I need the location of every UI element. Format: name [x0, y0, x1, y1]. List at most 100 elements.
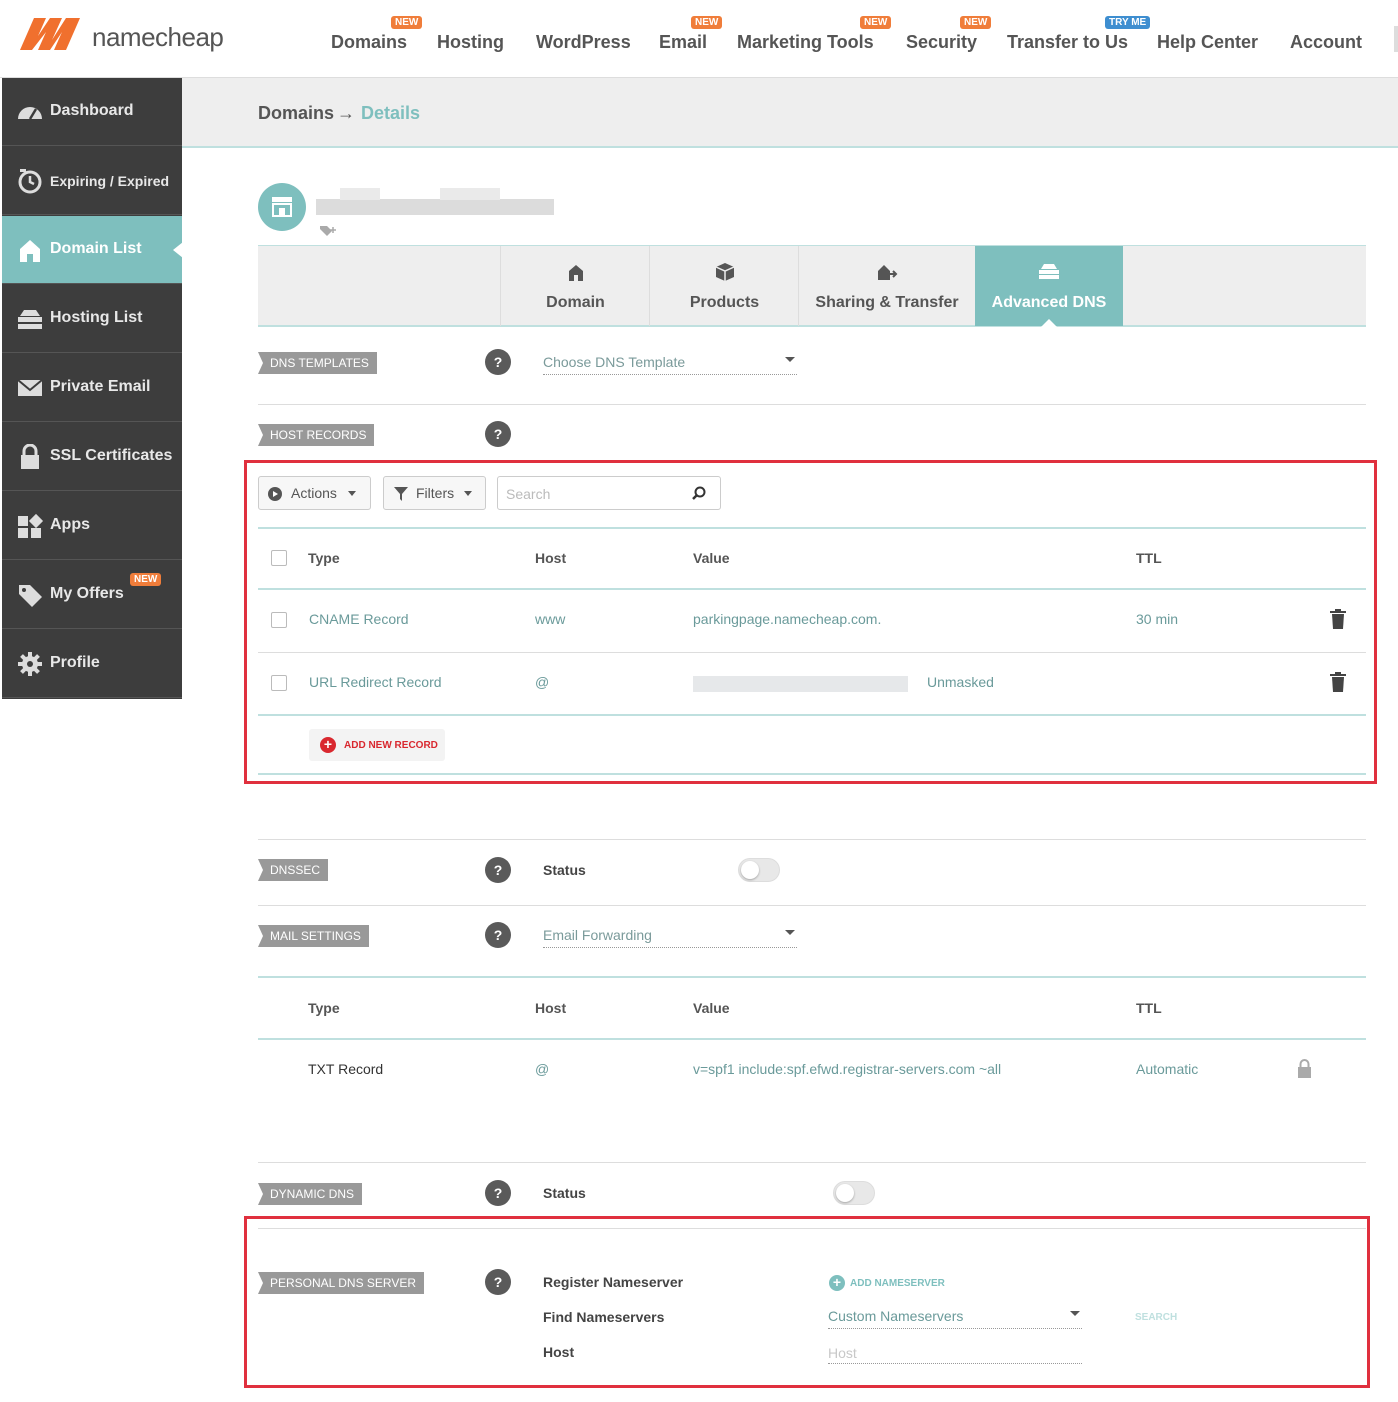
sidebar-item-private-email[interactable]: Private Email	[2, 354, 182, 422]
toggle-knob	[741, 861, 759, 879]
dynamic-dns-help-icon[interactable]: ?	[485, 1180, 511, 1206]
dnssec-label: DNSSEC	[258, 859, 329, 881]
chevron-down-icon	[785, 357, 795, 362]
tab-label: Advanced DNS	[991, 294, 1107, 311]
sidebar-item-label: Domain List	[50, 240, 142, 257]
dns-templates-label: DNS TEMPLATES	[258, 352, 377, 374]
divider	[258, 976, 1366, 978]
dnssec-help-icon[interactable]: ?	[485, 857, 511, 883]
tab-domain[interactable]: Domain	[500, 246, 650, 326]
dnssec-toggle[interactable]	[738, 858, 780, 882]
tab-label: Products	[689, 294, 760, 311]
marketing-new-badge: NEW	[860, 16, 892, 29]
dnssec-status-label: Status	[543, 862, 586, 878]
sidebar-item-dashboard[interactable]: Dashboard	[2, 78, 182, 146]
nav-security[interactable]: Security	[906, 32, 977, 53]
sidebar-item-my-offers[interactable]: My Offers NEW	[2, 561, 182, 629]
gauge-icon	[18, 107, 42, 120]
dynamic-dns-label: DYNAMIC DNS	[258, 1183, 363, 1205]
domain-avatar	[258, 183, 306, 231]
host-records-help-icon[interactable]: ?	[485, 421, 511, 447]
divider	[258, 905, 1366, 906]
server-icon	[18, 310, 42, 329]
tab-advanced-dns[interactable]: Advanced DNS	[975, 246, 1123, 327]
home-icon	[20, 240, 40, 262]
sidebar-item-ssl[interactable]: SSL Certificates	[2, 423, 182, 491]
dynamic-dns-toggle[interactable]	[833, 1181, 875, 1205]
nav-wordpress[interactable]: WordPress	[536, 32, 631, 53]
domain-name-redacted-part	[440, 188, 500, 200]
divider	[258, 1162, 1366, 1163]
sidebar-item-hosting-list[interactable]: Hosting List	[2, 285, 182, 353]
column-header-host: Host	[535, 1000, 567, 1016]
mail-settings-select[interactable]: Email Forwarding	[543, 924, 797, 948]
transfer-try-me-badge: TRY ME	[1105, 16, 1151, 29]
nav-scroll-edge	[1394, 26, 1398, 52]
sidebar-item-apps[interactable]: Apps	[2, 492, 182, 560]
sidebar-item-label: Hosting List	[50, 309, 143, 326]
host-records-label: HOST RECORDS	[258, 424, 375, 446]
sidebar-item-label: Expiring / Expired	[50, 173, 170, 189]
nav-account[interactable]: Account	[1290, 32, 1362, 53]
domains-new-badge: NEW	[391, 16, 423, 29]
record-type: TXT Record	[308, 1061, 384, 1077]
box-icon	[715, 263, 734, 281]
breadcrumb-separator: →	[337, 103, 355, 123]
column-header-type: Type	[308, 1000, 340, 1016]
dns-template-select-value: Choose DNS Template	[543, 354, 686, 370]
nav-transfer-to-us[interactable]: Transfer to Us	[1007, 32, 1128, 53]
domain-name-redacted	[316, 199, 554, 215]
sidebar-item-expiring[interactable]: Expiring / Expired	[2, 147, 182, 215]
add-tag-icon[interactable]	[319, 224, 337, 238]
email-new-badge: NEW	[691, 16, 723, 29]
top-navigation: namecheap NEW Domains Hosting WordPress …	[0, 0, 1398, 78]
divider	[258, 839, 1366, 840]
home-icon	[568, 265, 583, 281]
security-new-badge: NEW	[960, 16, 992, 29]
dns-template-select[interactable]: Choose DNS Template	[543, 351, 797, 375]
dynamic-dns-status-label: Status	[543, 1185, 586, 1201]
chevron-down-icon	[785, 930, 795, 935]
dns-templates-help-icon[interactable]: ?	[485, 349, 511, 375]
sidebar-item-label: Dashboard	[50, 102, 134, 119]
divider	[258, 1038, 1366, 1040]
mail-settings-help-icon[interactable]: ?	[485, 922, 511, 948]
highlight-box-personal-dns	[244, 1216, 1370, 1388]
nav-email[interactable]: Email	[659, 32, 707, 53]
gear-icon	[18, 652, 42, 676]
dns-icon	[1039, 264, 1059, 279]
record-host: @	[535, 1061, 550, 1077]
envelope-icon	[17, 379, 43, 396]
lock-icon	[21, 444, 39, 469]
active-indicator	[173, 242, 183, 258]
record-ttl: Automatic	[1136, 1061, 1199, 1077]
tab-label: Sharing & Transfer	[815, 294, 959, 311]
nav-marketing-tools[interactable]: Marketing Tools	[737, 32, 874, 53]
tag-icon	[19, 585, 42, 607]
breadcrumb-domains[interactable]: Domains	[258, 103, 334, 124]
nav-help-center[interactable]: Help Center	[1157, 32, 1258, 53]
divider	[258, 404, 1366, 405]
column-header-ttl: TTL	[1136, 1000, 1162, 1016]
timer-icon	[18, 169, 42, 194]
sidebar-item-profile[interactable]: Profile	[2, 630, 182, 698]
logo-wordmark[interactable]: namecheap	[92, 22, 224, 53]
tab-products[interactable]: Products	[649, 246, 799, 326]
sidebar-item-label: Private Email	[50, 378, 151, 395]
mail-settings-label: MAIL SETTINGS	[258, 925, 369, 947]
nav-hosting[interactable]: Hosting	[437, 32, 504, 53]
sidebar-item-label: Profile	[50, 654, 100, 671]
sidebar: Dashboard Expiring / Expired Domain List…	[2, 78, 183, 699]
sidebar-item-domain-list[interactable]: Domain List	[2, 216, 183, 284]
active-tab-indicator	[1041, 319, 1057, 327]
domain-name-redacted-part	[340, 188, 380, 200]
nav-domains[interactable]: Domains	[331, 32, 407, 53]
apps-icon	[18, 513, 44, 538]
mail-settings-select-value: Email Forwarding	[543, 927, 652, 943]
sidebar-item-label: My Offers	[50, 585, 124, 602]
namecheap-logo-icon[interactable]	[16, 14, 84, 52]
highlight-box-host-records	[244, 460, 1377, 784]
share-icon	[878, 265, 898, 280]
column-header-value: Value	[693, 1000, 730, 1016]
tab-sharing-transfer[interactable]: Sharing & Transfer	[798, 246, 975, 326]
